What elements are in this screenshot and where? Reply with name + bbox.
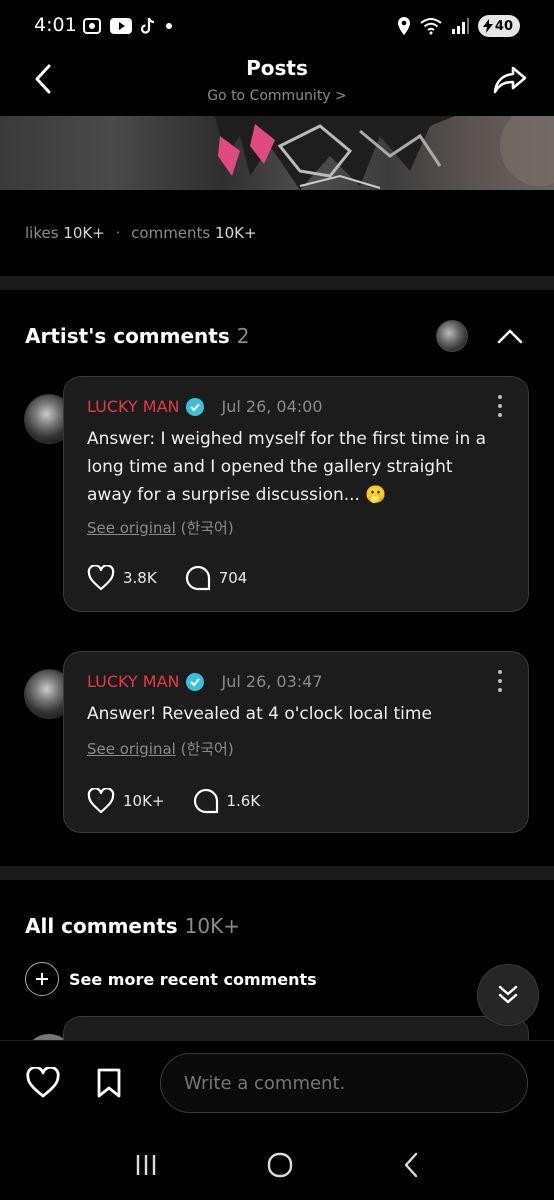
- artist-comment-card: LUCKY MAN Jul 26, 04:00 Answer: I weighe…: [63, 376, 529, 612]
- bookmark-button[interactable]: [94, 1065, 124, 1101]
- all-comments-title: All comments: [25, 914, 178, 938]
- comment-date: Jul 26, 04:00: [221, 397, 323, 416]
- like-button[interactable]: 10K+: [87, 788, 165, 814]
- battery-icon: 40: [477, 15, 520, 37]
- comment-composer-bar: Write a comment.: [0, 1040, 554, 1130]
- reply-button[interactable]: 704: [185, 565, 248, 591]
- stats-separator: ·: [115, 224, 121, 242]
- recent-apps-icon[interactable]: [133, 1152, 159, 1178]
- status-time: 4:01: [34, 14, 77, 36]
- heart-icon: [87, 788, 115, 814]
- system-nav-bar: [0, 1130, 554, 1200]
- artist-comment-card: LUCKY MAN Jul 26, 03:47 Answer! Revealed…: [63, 651, 529, 833]
- status-icons-right: 40: [396, 15, 520, 37]
- original-language: (한국어): [180, 519, 234, 537]
- like-post-button[interactable]: [24, 1065, 62, 1101]
- double-chevron-down-icon: [498, 985, 518, 1004]
- see-original[interactable]: See original (한국어): [87, 517, 234, 538]
- comment-body: Answer: I weighed myself for the first t…: [87, 429, 487, 505]
- see-more-recent-comments[interactable]: See more recent comments: [25, 962, 317, 996]
- see-original[interactable]: See original (한국어): [87, 738, 234, 759]
- comment-author[interactable]: LUCKY MAN Jul 26, 03:47: [87, 672, 323, 691]
- dot-icon: [166, 23, 172, 29]
- status-icons-left: [82, 17, 174, 35]
- post-image[interactable]: [0, 116, 554, 190]
- artist-avatar-small[interactable]: [436, 320, 468, 352]
- screen-record-icon: [83, 18, 101, 34]
- reply-count: 704: [218, 569, 248, 587]
- more-options-icon[interactable]: [496, 395, 504, 417]
- comment-date: Jul 26, 03:47: [221, 672, 323, 691]
- share-icon: [493, 66, 527, 94]
- artist-comments-header: Artist's comments 2: [25, 324, 249, 348]
- top-bar: Posts Go to Community >: [0, 52, 554, 116]
- bookmark-icon: [97, 1068, 121, 1098]
- reply-button[interactable]: 1.6K: [193, 788, 261, 814]
- post-stats: likes 10K+ · comments 10K+: [25, 224, 257, 242]
- likes-count: 10K+: [63, 224, 105, 242]
- section-divider: [0, 866, 554, 880]
- go-to-community-link[interactable]: Go to Community >: [0, 88, 554, 104]
- heart-icon: [87, 565, 115, 591]
- like-button[interactable]: 3.8K: [87, 565, 157, 591]
- youtube-icon: [110, 18, 132, 34]
- scroll-down-button[interactable]: [477, 964, 539, 1026]
- all-comments-count: 10K+: [184, 914, 240, 938]
- battery-level: 40: [494, 18, 513, 34]
- chevron-up-icon: [497, 329, 523, 344]
- comments-label: comments: [131, 224, 211, 242]
- reply-count: 1.6K: [226, 792, 261, 810]
- see-more-label: See more recent comments: [69, 969, 317, 989]
- reply-bubble-icon: [193, 788, 218, 814]
- status-bar: 4:01 40: [0, 0, 554, 56]
- heart-icon: [26, 1067, 60, 1098]
- likes-label: likes: [25, 224, 59, 242]
- like-count: 10K+: [123, 792, 165, 810]
- home-icon[interactable]: [266, 1151, 294, 1179]
- like-count: 3.8K: [123, 569, 157, 587]
- section-divider: [0, 276, 554, 290]
- verified-icon: [185, 397, 204, 416]
- tiktok-icon: [140, 17, 155, 34]
- comment-author[interactable]: LUCKY MAN Jul 26, 04:00: [87, 397, 323, 416]
- comment-actions: 3.8K 704: [87, 565, 275, 591]
- artist-comments-count: 2: [236, 324, 250, 348]
- plus-icon: [25, 962, 59, 996]
- wifi-icon: [420, 18, 442, 35]
- original-language: (한국어): [180, 740, 234, 758]
- location-icon: [397, 17, 410, 35]
- comments-count: 10K+: [215, 224, 257, 242]
- comment-body: Answer! Revealed at 4 o'clock local time: [87, 704, 432, 724]
- author-name[interactable]: LUCKY MAN: [87, 397, 180, 416]
- reply-bubble-icon: [185, 565, 210, 591]
- page-title: Posts: [246, 56, 308, 80]
- back-nav-icon[interactable]: [401, 1151, 421, 1179]
- collapse-button[interactable]: [494, 322, 526, 350]
- artist-comments-title: Artist's comments: [25, 324, 230, 348]
- comment-actions: 10K+ 1.6K: [87, 788, 288, 814]
- share-button[interactable]: [490, 62, 530, 98]
- post-image-graphic: [215, 116, 554, 190]
- see-original-link[interactable]: See original: [87, 519, 176, 537]
- signal-icon: [451, 18, 469, 34]
- see-original-link[interactable]: See original: [87, 740, 176, 758]
- verified-icon: [185, 672, 204, 691]
- comment-input[interactable]: Write a comment.: [160, 1053, 528, 1113]
- author-name[interactable]: LUCKY MAN: [87, 672, 180, 691]
- more-options-icon[interactable]: [496, 670, 504, 692]
- all-comments-header: All comments 10K+: [25, 914, 240, 938]
